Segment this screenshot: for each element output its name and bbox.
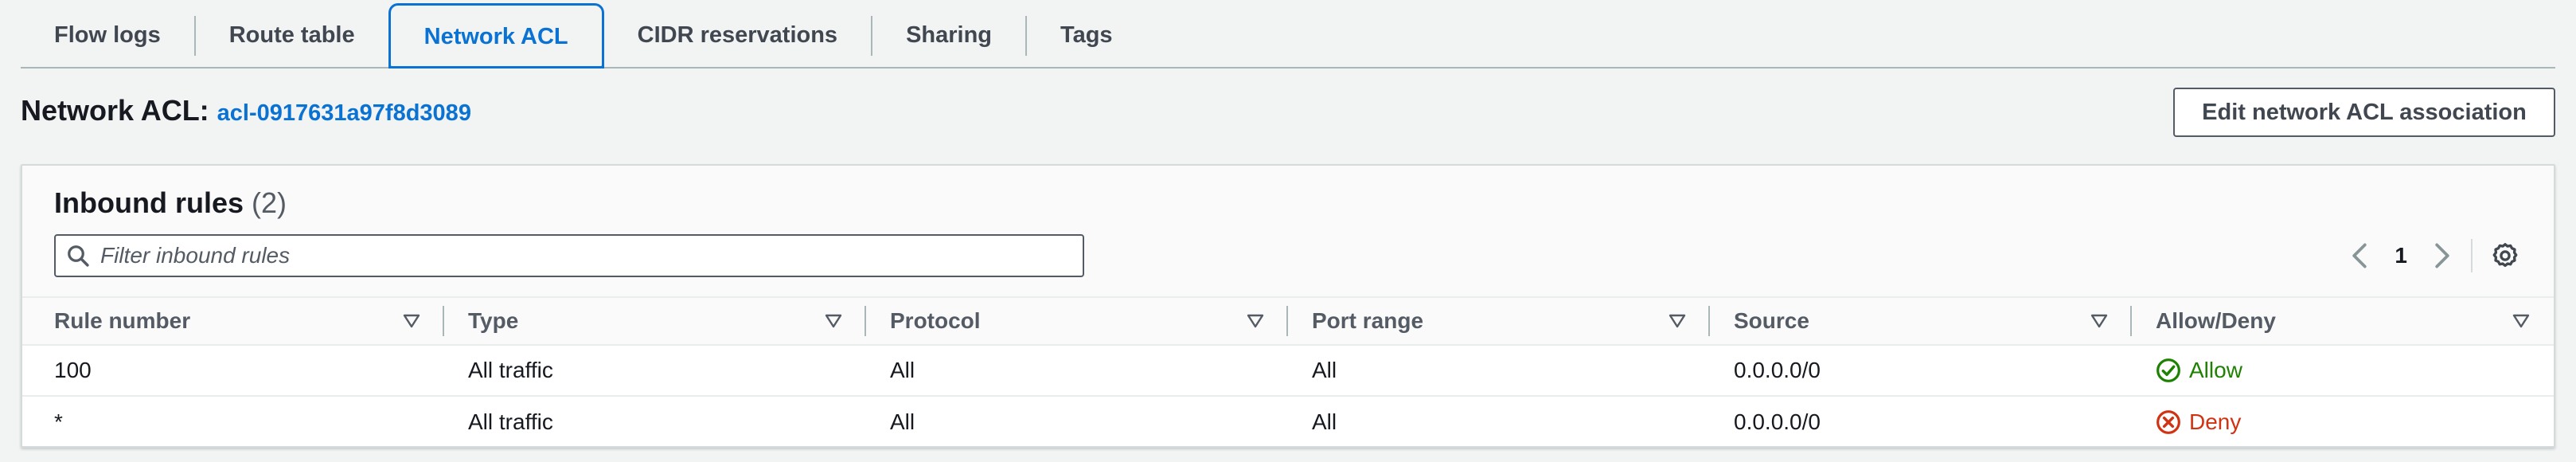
filter-inbound-rules-field[interactable] — [54, 234, 1084, 277]
column-label: Source — [1734, 308, 1809, 333]
rule-count: (2) — [252, 186, 287, 219]
pagination: 1 — [2344, 236, 2458, 276]
column-header-source[interactable]: Source — [1710, 298, 2132, 344]
cell-port-range: All — [1312, 358, 1337, 382]
chevron-right-icon[interactable] — [2426, 236, 2458, 276]
cell-port-range: All — [1312, 409, 1337, 434]
status-label: Allow — [2189, 358, 2242, 382]
cell-rule-number: * — [54, 409, 63, 434]
search-icon — [56, 236, 100, 276]
tab-network-acl[interactable]: Network ACL — [388, 3, 604, 69]
column-header-rule-number[interactable]: Rule number — [22, 298, 444, 344]
column-label: Rule number — [54, 308, 191, 333]
tab-flow-logs[interactable]: Flow logs — [21, 3, 194, 67]
sort-caret-icon — [403, 314, 420, 328]
network-acl-id-link[interactable]: acl-0917631a97f8d3089 — [217, 100, 471, 127]
column-header-port-range[interactable]: Port range — [1288, 298, 1710, 344]
tab-bar: Flow logs Route table Network ACL CIDR r… — [21, 3, 2555, 69]
sort-caret-icon — [1247, 314, 1264, 328]
column-label: Type — [468, 308, 519, 333]
cell-allow-deny: Deny — [2132, 397, 2554, 448]
column-header-protocol[interactable]: Protocol — [866, 298, 1288, 344]
check-circle-icon — [2156, 358, 2180, 382]
cell-rule-number: 100 — [54, 358, 92, 382]
panel-title-text: Inbound rules — [54, 186, 244, 219]
status-deny: Deny — [2156, 409, 2241, 435]
table-row[interactable]: * All traffic All All 0.0.0.0/0 Deny — [22, 397, 2554, 448]
status-allow: Allow — [2156, 358, 2242, 383]
inbound-rules-table: Rule number Type Protocol Port range Sou — [22, 296, 2554, 448]
tab-cidr-reservations[interactable]: CIDR reservations — [604, 3, 871, 67]
column-label: Protocol — [890, 308, 981, 333]
network-acl-header: Network ACL: acl-0917631a97f8d3089 — [21, 94, 471, 134]
panel-header: Inbound rules (2) 1 — [22, 166, 2554, 296]
cell-source: 0.0.0.0/0 — [1734, 409, 1821, 434]
edit-network-acl-association-button[interactable]: Edit network ACL association — [2173, 88, 2555, 137]
tab-tags[interactable]: Tags — [1027, 3, 1146, 67]
sort-caret-icon — [2512, 314, 2530, 328]
cell-protocol: All — [890, 358, 915, 382]
column-header-allow-deny[interactable]: Allow/Deny — [2132, 298, 2554, 344]
sort-caret-icon — [2090, 314, 2108, 328]
tab-route-table[interactable]: Route table — [196, 3, 388, 67]
network-acl-label: Network ACL: — [21, 94, 209, 127]
table-row[interactable]: 100 All traffic All All 0.0.0.0/0 Allow — [22, 346, 2554, 397]
sort-caret-icon — [1669, 314, 1686, 328]
panel-title: Inbound rules (2) — [54, 186, 287, 220]
chevron-left-icon[interactable] — [2344, 236, 2375, 276]
pagination-divider — [2471, 239, 2473, 272]
cell-source: 0.0.0.0/0 — [1734, 358, 1821, 382]
column-label: Port range — [1312, 308, 1424, 333]
x-circle-icon — [2156, 410, 2180, 434]
cell-allow-deny: Allow — [2132, 346, 2554, 395]
settings-gear-icon[interactable] — [2485, 236, 2525, 276]
column-header-type[interactable]: Type — [444, 298, 866, 344]
filter-input[interactable] — [100, 237, 1083, 274]
tab-sharing[interactable]: Sharing — [872, 3, 1025, 67]
status-label: Deny — [2189, 409, 2242, 434]
column-label: Allow/Deny — [2156, 308, 2276, 333]
page-number[interactable]: 1 — [2395, 243, 2407, 268]
inbound-rules-panel: Inbound rules (2) 1 — [21, 164, 2555, 448]
cell-type: All traffic — [468, 409, 553, 434]
cell-protocol: All — [890, 409, 915, 434]
sort-caret-icon — [825, 314, 842, 328]
cell-type: All traffic — [468, 358, 553, 382]
table-header: Rule number Type Protocol Port range Sou — [22, 296, 2554, 346]
